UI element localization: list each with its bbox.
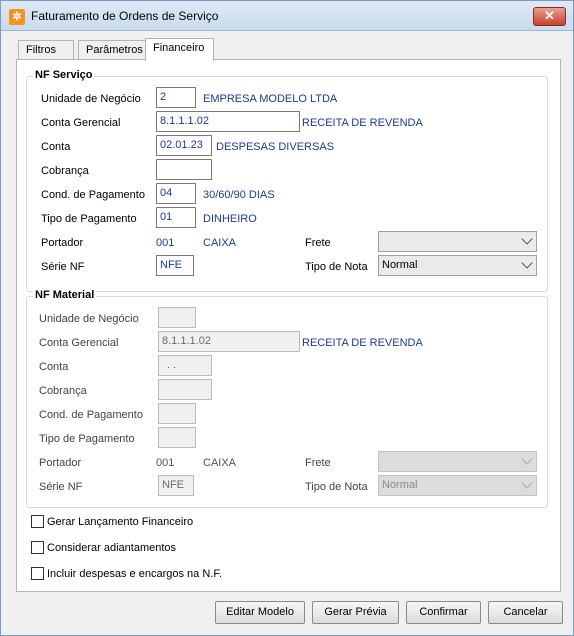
tab-parametros[interactable]: Parâmetros [78, 40, 146, 60]
tab-filtros[interactable]: Filtros [18, 40, 74, 60]
mat-portador-code: 001 [156, 457, 175, 469]
nf-material-title: NF Material [33, 289, 97, 301]
mat-portador-label: Portador [39, 457, 82, 469]
editar-modelo-button[interactable]: Editar Modelo [215, 601, 305, 624]
nf-servico-title: NF Serviço [33, 69, 95, 81]
tipo-nota-select[interactable]: Normal [378, 255, 537, 276]
mat-conta-input: . . [158, 355, 212, 376]
tipo-nota-label: Tipo de Nota [305, 261, 368, 273]
chevron-down-icon [521, 233, 533, 245]
mat-conta-gerencial-label: Conta Gerencial [39, 337, 119, 349]
checkbox[interactable] [31, 515, 44, 528]
mat-tipo-nota-label: Tipo de Nota [305, 481, 368, 493]
option-label: Incluir despesas e encargos na N.F. [47, 567, 222, 580]
unidade-desc: EMPRESA MODELO LTDA [203, 93, 338, 105]
checkbox[interactable] [31, 541, 44, 554]
option-incluir-despesas[interactable]: Incluir despesas e encargos na N.F. [31, 567, 222, 580]
frete-select[interactable] [378, 231, 537, 252]
chevron-down-icon [521, 453, 533, 465]
mat-serie-nf-input: NFE [158, 475, 194, 496]
conta-desc: DESPESAS DIVERSAS [216, 141, 334, 153]
cond-pagamento-desc: 30/60/90 DIAS [203, 189, 275, 201]
mat-conta-gerencial-desc: RECEITA DE REVENDA [302, 337, 423, 349]
mat-cobranca-label: Cobrança [39, 385, 87, 397]
unidade-input[interactable]: 2 [156, 87, 196, 108]
cobranca-label: Cobrança [41, 165, 89, 177]
chevron-down-icon [521, 477, 533, 489]
mat-unidade-input [158, 307, 196, 328]
cond-pagamento-input[interactable]: 04 [156, 183, 196, 204]
confirmar-button[interactable]: Confirmar [406, 601, 481, 624]
tipo-pagamento-input[interactable]: 01 [156, 207, 196, 228]
mat-tipo-nota-value: Normal [382, 479, 418, 491]
conta-gerencial-desc: RECEITA DE REVENDA [302, 117, 423, 129]
unidade-label: Unidade de Negócio [41, 93, 141, 105]
chevron-down-icon [521, 257, 533, 269]
mat-frete-label: Frete [305, 457, 331, 469]
gerar-previa-button[interactable]: Gerar Prévia [312, 601, 399, 624]
close-button[interactable]: ✕ [533, 7, 566, 26]
mat-cond-pagamento-input [158, 403, 196, 424]
mat-cond-pagamento-label: Cond. de Pagamento [39, 409, 143, 421]
title-bar: ✲ Faturamento de Ordens de Serviço ✕ [1, 1, 573, 31]
frete-label: Frete [305, 237, 331, 249]
conta-label: Conta [41, 141, 71, 153]
mat-conta-gerencial-input: 8.1.1.1.02 [158, 331, 300, 352]
window-title: Faturamento de Ordens de Serviço [31, 9, 219, 23]
serie-nf-label: Série NF [41, 261, 85, 273]
cobranca-input[interactable] [156, 159, 212, 180]
mat-unidade-label: Unidade de Negócio [39, 313, 139, 325]
option-considerar-adiantamentos[interactable]: Considerar adiantamentos [31, 541, 176, 554]
portador-code: 001 [156, 237, 175, 249]
conta-gerencial-label: Conta Gerencial [41, 117, 121, 129]
app-icon: ✲ [9, 9, 25, 25]
mat-cobranca-input [158, 379, 212, 400]
cancelar-button[interactable]: Cancelar [488, 601, 563, 624]
checkbox[interactable] [31, 567, 44, 580]
portador-label: Portador [41, 237, 84, 249]
tipo-nota-value: Normal [382, 259, 418, 271]
mat-tipo-nota-select: Normal [378, 475, 537, 496]
tipo-pagamento-label: Tipo de Pagamento [41, 213, 137, 225]
serie-nf-input[interactable]: NFE [156, 255, 194, 276]
portador-desc: CAIXA [203, 237, 237, 249]
mat-tipo-pagamento-input [158, 427, 196, 448]
mat-serie-nf-label: Série NF [39, 481, 83, 493]
main-window: ✲ Faturamento de Ordens de Serviço ✕ Fil… [0, 0, 574, 636]
option-label: Gerar Lançamento Financeiro [47, 515, 194, 528]
mat-frete-select [378, 451, 537, 472]
option-gerar-lancamento[interactable]: Gerar Lançamento Financeiro [31, 515, 193, 528]
option-label: Considerar adiantamentos [47, 541, 177, 554]
tipo-pagamento-desc: DINHEIRO [203, 213, 257, 225]
tab-financeiro[interactable]: Financeiro [145, 38, 214, 61]
cond-pagamento-label: Cond. de Pagamento [41, 189, 145, 201]
mat-tipo-pagamento-label: Tipo de Pagamento [39, 433, 135, 445]
conta-gerencial-input[interactable]: 8.1.1.1.02 [156, 111, 300, 132]
financeiro-panel: NF Serviço Unidade de Negócio 2 EMPRESA … [16, 59, 561, 592]
mat-portador-desc: CAIXA [203, 457, 237, 469]
conta-input[interactable]: 02.01.23 [156, 135, 212, 156]
mat-conta-label: Conta [39, 361, 69, 373]
